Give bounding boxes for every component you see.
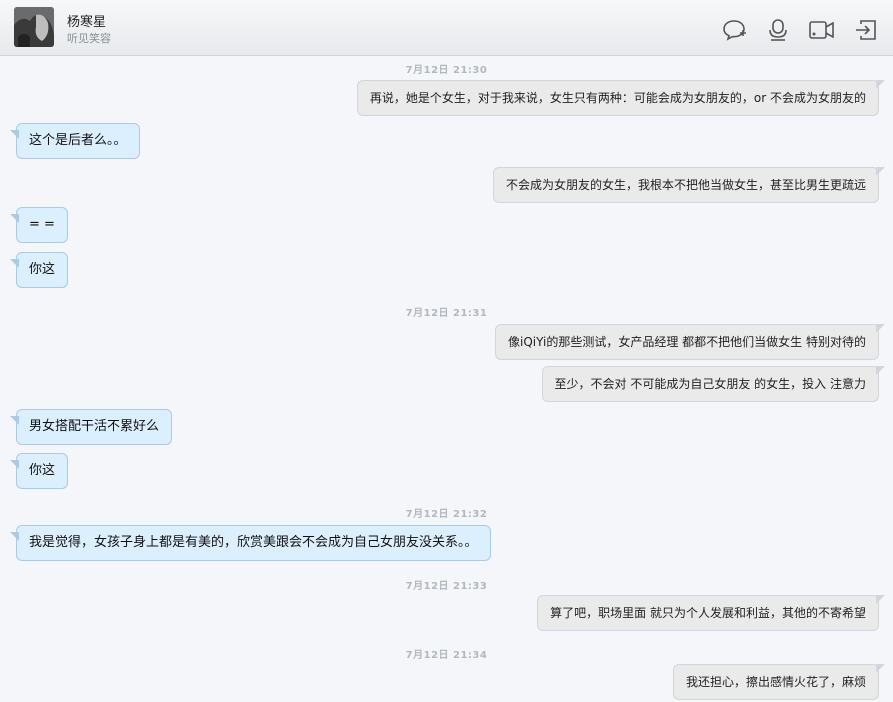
avatar[interactable] (14, 7, 54, 47)
message-incoming[interactable]: 你这 (9, 252, 69, 288)
timestamp: 7月12日 21:31 (405, 308, 488, 319)
timestamp: 7月12日 21:32 (405, 509, 488, 520)
timestamp: 7月12日 21:33 (405, 581, 488, 592)
message-incoming[interactable]: 男女搭配干活不累好么 (9, 409, 173, 445)
message-incoming[interactable]: = = (10, 207, 68, 243)
message-incoming[interactable]: 你这 (9, 453, 69, 489)
timestamp: 7月12日 21:30 (405, 65, 488, 76)
message-outgoing[interactable]: 不会成为女朋友的女生，我根本不把他当做女生，甚至比男生更疏远 (492, 167, 886, 203)
message-outgoing[interactable]: 算了吧，职场里面 就只为个人发展和利益，其他的不寄希望 (537, 595, 885, 631)
chat-add-icon[interactable] (721, 16, 749, 44)
microphone-icon[interactable] (764, 16, 792, 44)
message-outgoing[interactable]: 再说，她是个女生，对于我来说，女生只有两种：可能会成为女朋友的，or 不会成为女… (356, 80, 886, 116)
message-outgoing[interactable]: 我还担心，擦出感情火花了，麻烦 (672, 664, 886, 700)
timestamp: 7月12日 21:34 (405, 650, 488, 661)
contact-status: 听见笑容 (67, 32, 111, 45)
video-camera-icon[interactable] (808, 16, 836, 44)
message-outgoing[interactable]: 至少，不会对 不可能成为自己女朋友 的女生，投入 注意力 (541, 366, 886, 402)
message-outgoing[interactable]: 像iQiYi的那些测试，女产品经理 都都不把他们当做女生 特别对待的 (495, 324, 885, 360)
chat-header: 杨寒星 听见笑容 (0, 0, 893, 56)
message-incoming[interactable]: 我是觉得，女孩子身上都是有美的，欣赏美跟会不会成为自己女朋友没关系。。 (10, 525, 491, 561)
contact-name: 杨寒星 (67, 15, 107, 30)
message-incoming[interactable]: 这个是后者么。。 (10, 123, 140, 159)
share-exit-icon[interactable] (852, 16, 880, 44)
message-list[interactable]: 7月12日 21:30 再说，她是个女生，对于我来说，女生只有两种：可能会成为女… (0, 56, 893, 702)
